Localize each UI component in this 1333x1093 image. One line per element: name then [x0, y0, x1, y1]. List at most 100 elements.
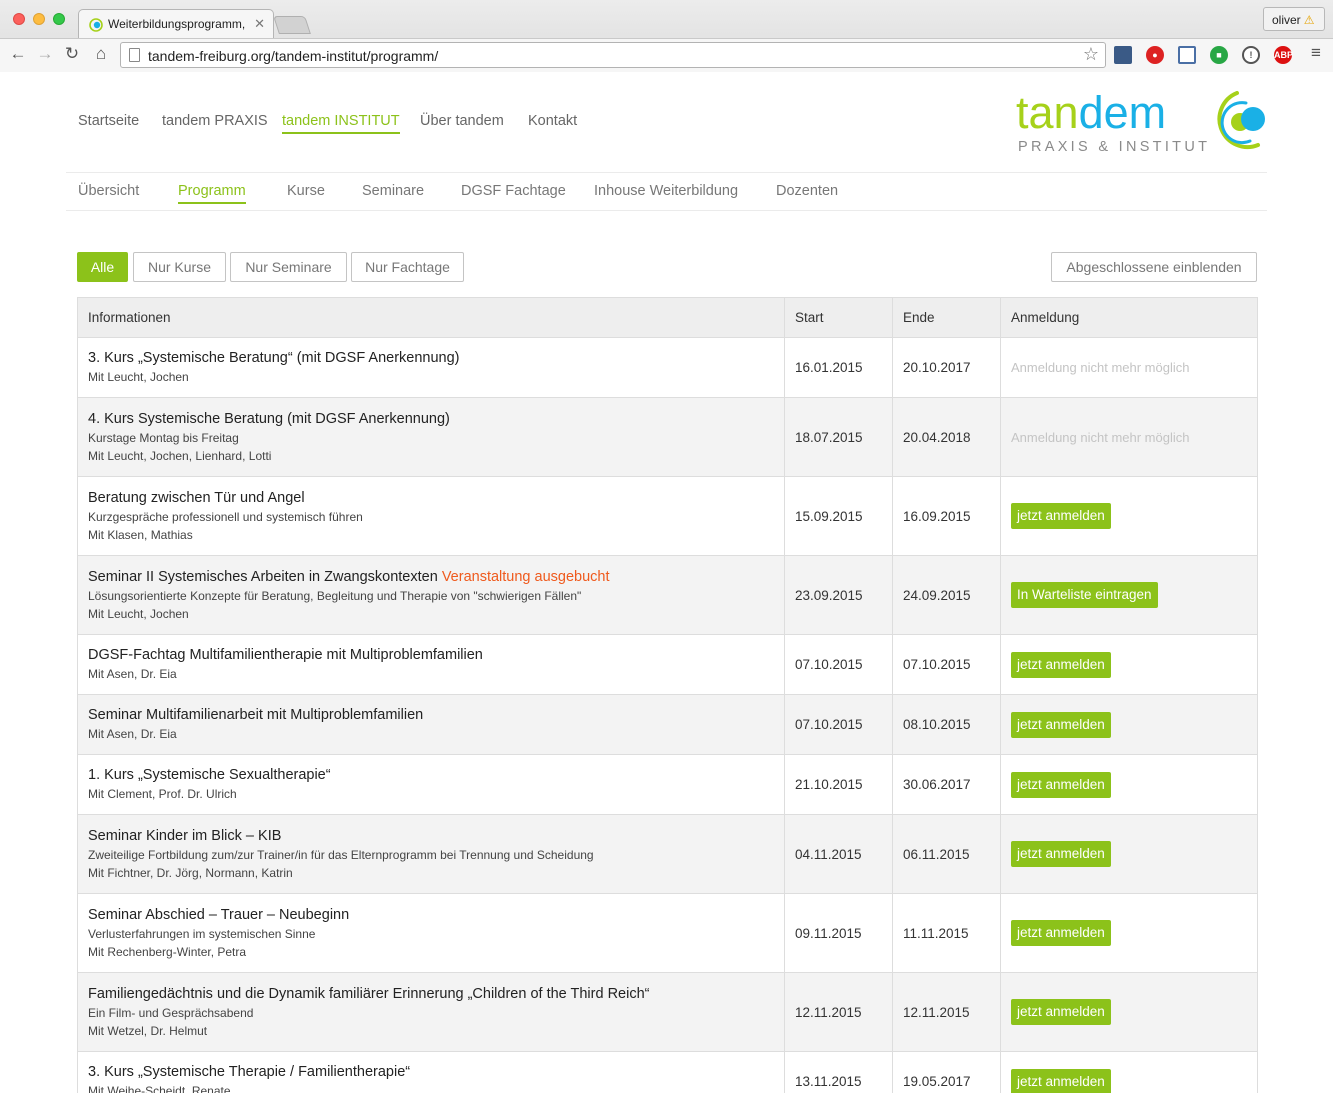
profile-button[interactable]: oliver ⚠	[1263, 7, 1325, 31]
home-icon[interactable]: ⌂	[91, 44, 111, 64]
page-icon	[129, 48, 140, 62]
event-info-cell: Seminar Kinder im Blick – KIB Zweiteilige…	[77, 814, 785, 894]
table-row: Seminar Multifamilienarbeit mit Multipro…	[77, 694, 1258, 755]
registration-cell: jetzt anmelden	[1000, 754, 1258, 815]
puzzle-icon[interactable]	[1114, 46, 1132, 64]
address-bar[interactable]: tandem-freiburg.org/tandem-institut/prog…	[120, 42, 1106, 68]
event-title[interactable]: Seminar Kinder im Blick – KIB	[88, 827, 774, 846]
nav-tandem-praxis[interactable]: tandem PRAXIS	[162, 113, 268, 129]
nav-ueber-tandem[interactable]: Über tandem	[420, 113, 504, 129]
reload-icon[interactable]: ↻	[62, 44, 82, 64]
subnav-seminare[interactable]: Seminare	[362, 183, 424, 199]
event-title[interactable]: Seminar Abschied – Trauer – Neubeginn	[88, 906, 774, 925]
end-date: 11.11.2015	[892, 893, 1001, 973]
forward-arrow-icon[interactable]: →	[35, 44, 55, 64]
sold-out-label: Veranstaltung ausgebucht	[441, 568, 610, 585]
logo-subtitle: PRAXIS & INSTITUT	[1018, 139, 1211, 155]
table-row: 4. Kurs Systemische Beratung (mit DGSF A…	[77, 397, 1258, 477]
back-arrow-icon[interactable]: ←	[8, 44, 28, 64]
subnav-dozenten[interactable]: Dozenten	[776, 183, 838, 199]
register-button[interactable]: jetzt anmelden	[1011, 841, 1111, 867]
subnav-programm[interactable]: Programm	[178, 183, 246, 204]
filter-kurse-button[interactable]: Nur Kurse	[133, 252, 226, 282]
start-date: 04.11.2015	[784, 814, 893, 894]
start-date: 09.11.2015	[784, 893, 893, 973]
minimize-window-button[interactable]	[33, 13, 45, 25]
screen-icon[interactable]	[1178, 46, 1196, 64]
subnav-dgsf-fachtage[interactable]: DGSF Fachtage	[461, 183, 566, 199]
register-button[interactable]: jetzt anmelden	[1011, 503, 1111, 529]
event-title[interactable]: 3. Kurs „Systemische Beratung“ (mit DGSF…	[88, 349, 774, 368]
close-window-button[interactable]	[13, 13, 25, 25]
title-bar: Weiterbildungsprogramm, ✕ oliver ⚠	[0, 0, 1333, 39]
event-title[interactable]: Familiengedächtnis und die Dynamik famil…	[88, 985, 774, 1004]
table-body: 3. Kurs „Systemische Beratung“ (mit DGSF…	[77, 337, 1258, 1093]
logo-wordmark: tandem	[1016, 87, 1167, 138]
col-header-start: Start	[784, 297, 893, 338]
stop-icon[interactable]: ●	[1146, 46, 1164, 64]
subnav-kurse[interactable]: Kurse	[287, 183, 325, 199]
show-closed-button[interactable]: Abgeschlossene einblenden	[1051, 252, 1257, 282]
end-date: 16.09.2015	[892, 476, 1001, 556]
register-button[interactable]: jetzt anmelden	[1011, 771, 1111, 798]
start-date: 23.09.2015	[784, 555, 893, 635]
profile-name: oliver	[1272, 13, 1301, 27]
event-detail-line: Mit Wetzel, Dr. Helmut	[88, 1023, 208, 1038]
registration-cell: jetzt anmelden	[1000, 634, 1258, 695]
subnav-uebersicht[interactable]: Übersicht	[78, 183, 139, 199]
event-detail-line: Mit Clement, Prof. Dr. Ulrich	[88, 787, 237, 801]
abp-icon[interactable]: ABP	[1274, 46, 1293, 64]
bookmark-star-icon[interactable]: ☆	[1083, 44, 1099, 65]
event-title[interactable]: Beratung zwischen Tür und Angel	[88, 489, 774, 508]
event-detail-line: Mit Weihe-Scheidt, Renate	[88, 1084, 231, 1093]
info-icon[interactable]: !	[1242, 46, 1260, 64]
registration-cell: In Warteliste eintragen	[1000, 555, 1258, 635]
event-detail-line: Verlusterfahrungen im systemischen Sinne	[88, 926, 316, 941]
event-title[interactable]: 3. Kurs „Systemische Therapie / Familien…	[88, 1063, 774, 1082]
subnav-inhouse-weiterbildung[interactable]: Inhouse Weiterbildung	[594, 183, 738, 199]
event-detail-line: Mit Asen, Dr. Eia	[88, 727, 177, 741]
registration-cell: Anmeldung nicht mehr möglich	[1000, 397, 1258, 477]
browser-tab[interactable]: Weiterbildungsprogramm, ✕	[78, 9, 274, 39]
event-detail-line: Ein Film- und Gesprächsabend	[88, 1005, 254, 1020]
register-button[interactable]: jetzt anmelden	[1011, 711, 1111, 738]
event-title[interactable]: 4. Kurs Systemische Beratung (mit DGSF A…	[88, 410, 774, 429]
nav-kontakt[interactable]: Kontakt	[528, 113, 577, 129]
event-title[interactable]: Seminar II Systemisches Arbeiten in Zwan…	[88, 568, 774, 587]
register-button[interactable]: jetzt anmelden	[1011, 999, 1111, 1025]
start-date: 16.01.2015	[784, 337, 893, 398]
register-button[interactable]: jetzt anmelden	[1011, 920, 1111, 946]
event-detail-line: Mit Leucht, Jochen	[88, 606, 189, 621]
event-info-cell: Beratung zwischen Tür und Angel Kurzgespr…	[77, 476, 785, 556]
event-title[interactable]: Seminar Multifamilienarbeit mit Multipro…	[88, 706, 774, 725]
menu-icon[interactable]: ≡	[1306, 43, 1326, 63]
nav-tandem-institut[interactable]: tandem INSTITUT	[282, 113, 400, 134]
event-title[interactable]: DGSF-Fachtag Multifamilientherapie mit M…	[88, 646, 774, 665]
end-date: 20.04.2018	[892, 397, 1001, 477]
waitlist-button[interactable]: In Warteliste eintragen	[1011, 582, 1158, 608]
event-title[interactable]: 1. Kurs „Systemische Sexualtherapie“	[88, 766, 774, 785]
event-detail-line: Kurstage Montag bis Freitag	[88, 430, 239, 445]
register-button[interactable]: jetzt anmelden	[1011, 651, 1111, 678]
event-info-cell: 4. Kurs Systemische Beratung (mit DGSF A…	[77, 397, 785, 477]
table-row: DGSF-Fachtag Multifamilientherapie mit M…	[77, 634, 1258, 695]
registration-closed-text: Anmeldung nicht mehr möglich	[1011, 429, 1190, 445]
close-tab-icon[interactable]: ✕	[254, 16, 265, 32]
end-date: 30.06.2017	[892, 754, 1001, 815]
end-date: 12.11.2015	[892, 972, 1001, 1052]
lock-icon[interactable]: ■	[1210, 46, 1228, 64]
new-tab-button[interactable]	[273, 16, 311, 34]
start-date: 13.11.2015	[784, 1051, 893, 1093]
table-row: Seminar Abschied – Trauer – Neubeginn Ver…	[77, 893, 1258, 973]
nav-startseite[interactable]: Startseite	[78, 113, 139, 129]
tandem-logo[interactable]: tandem PRAXIS & INSTITUT	[1016, 87, 1270, 159]
filter-fachtage-button[interactable]: Nur Fachtage	[351, 252, 464, 282]
zoom-window-button[interactable]	[53, 13, 65, 25]
register-button[interactable]: jetzt anmelden	[1011, 1068, 1111, 1093]
event-info-cell: DGSF-Fachtag Multifamilientherapie mit M…	[77, 634, 785, 695]
filter-alle-button[interactable]: Alle	[77, 252, 128, 282]
registration-cell: jetzt anmelden	[1000, 694, 1258, 755]
filter-seminare-button[interactable]: Nur Seminare	[230, 252, 347, 282]
logo-circles-icon	[1217, 91, 1265, 149]
start-date: 12.11.2015	[784, 972, 893, 1052]
